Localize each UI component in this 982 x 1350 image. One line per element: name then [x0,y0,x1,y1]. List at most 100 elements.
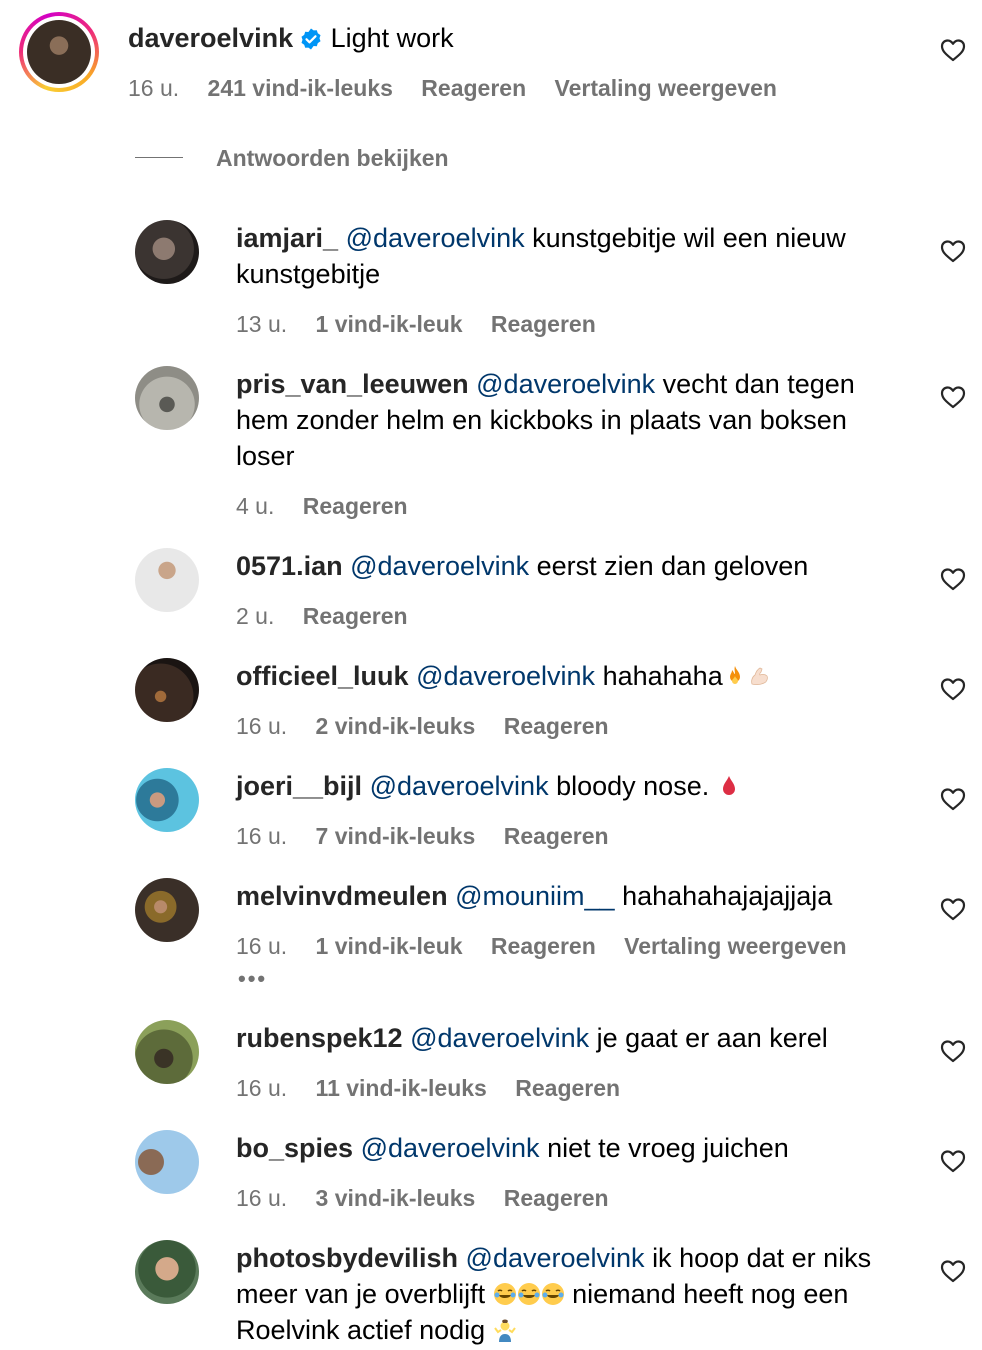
post-time: 16 u. [128,75,180,101]
comment-text: je gaat er aan kerel [596,1023,828,1053]
post-translate-button[interactable]: Vertaling weergeven [555,75,777,101]
post-reply-button[interactable]: Reageren [421,75,526,101]
comment-mention[interactable]: @daveroelvink [350,551,529,581]
comment-photos-line3: Roelvink actief nodig [236,1312,517,1348]
comment-mention[interactable]: @daveroelvink [410,1023,589,1053]
comment-username[interactable]: iamjari_ [236,223,338,253]
comment-bo-line1: bo_spies @daveroelvink niet te vroeg jui… [236,1130,789,1166]
like-heart-icon[interactable] [940,1039,966,1063]
comment-meta: 16 u. 2 vind-ik-leuks Reageren [236,711,631,741]
comment-time: 16 u. [236,1075,288,1101]
comment-photos-line2: meer van je overblijft niemand heeft nog… [236,1276,848,1312]
comment-time: 16 u. [236,1185,288,1211]
avatar-melvinvdmeulen[interactable] [135,878,199,942]
comment-text: hahahahajajajjaja [622,881,833,911]
comment-translate-button[interactable]: Vertaling weergeven [624,933,846,959]
comment-meta: 4 u. Reageren [236,491,430,521]
comment-meta: 13 u. 1 vind-ik-leuk Reageren [236,309,618,339]
comment-pris-line2: hem zonder helm en kickboks in plaats va… [236,402,847,438]
comment-meta: 16 u. 11 vind-ik-leuks Reageren [236,1073,642,1103]
avatar-joeri-bijl[interactable] [135,768,199,832]
avatar-pris-van-leeuwen[interactable] [135,366,199,430]
comment-iamjari-line2: kunstgebitje [236,256,380,292]
comment-time: 16 u. [236,823,288,849]
comment-iamjari-line1: iamjari_ @daveroelvink kunstgebitje wil … [236,220,846,256]
like-heart-icon[interactable] [940,897,966,921]
like-heart-icon[interactable] [940,567,966,591]
comment-username[interactable]: rubenspek12 [236,1023,403,1053]
comment-likes[interactable]: 3 vind-ik-leuks [316,1185,476,1211]
fire-emoji-icon [729,666,740,684]
comment-likes[interactable]: 2 vind-ik-leuks [316,713,476,739]
comment-time: 16 u. [236,713,288,739]
avatar-officieel-luuk[interactable] [135,658,199,722]
comment-reply-button[interactable]: Reageren [515,1075,620,1101]
comment-reply-button[interactable]: Reageren [303,603,408,629]
comment-reply-button[interactable]: Reageren [504,713,609,739]
avatar-bo-spies[interactable] [135,1130,199,1194]
comment-text: niet te vroeg juichen [547,1133,789,1163]
comment-time: 2 u. [236,603,275,629]
comment-meta: 2 u. Reageren [236,601,430,631]
like-heart-icon[interactable] [940,1259,966,1283]
avatar-photosbydevilish[interactable] [135,1240,199,1304]
comment-text: kunstgebitje [236,259,381,289]
comment-likes[interactable]: 11 vind-ik-leuks [316,1075,487,1101]
comment-ruben-line1: rubenspek12 @daveroelvink je gaat er aan… [236,1020,828,1056]
comment-text: meer van je overblijft [236,1279,486,1309]
comment-text: ik hoop dat er niks [652,1243,872,1273]
comment-username[interactable]: joeri__bijl [236,771,362,801]
comment-mention[interactable]: @daveroelvink [416,661,595,691]
comment-time: 4 u. [236,493,275,519]
post-likes[interactable]: 241 vind-ik-leuks [208,75,393,101]
comment-reply-button[interactable]: Reageren [504,1185,609,1211]
like-heart-icon[interactable] [940,239,966,263]
comment-reply-button[interactable]: Reageren [491,933,596,959]
comment-likes[interactable]: 1 vind-ik-leuk [316,933,463,959]
like-heart-icon[interactable] [940,385,966,409]
more-options-icon[interactable]: ••• [238,966,267,992]
verified-badge-icon [301,28,321,50]
comment-reply-button[interactable]: Reageren [303,493,408,519]
like-heart-icon[interactable] [940,1149,966,1173]
comment-likes[interactable]: 1 vind-ik-leuk [316,311,463,337]
like-heart-icon[interactable] [940,38,966,62]
comment-meta: 16 u. 3 vind-ik-leuks Reageren [236,1183,631,1213]
comment-username[interactable]: melvinvdmeulen [236,881,448,911]
post-caption-line: daveroelvink Light work [128,20,454,56]
comment-joeri-line1: joeri__bijl @daveroelvink bloody nose. [236,768,741,804]
avatar-0571-ian[interactable] [135,548,199,612]
drop-of-blood-emoji-icon [722,776,735,795]
avatar-rubenspek12[interactable] [135,1020,199,1084]
view-replies-button[interactable]: Antwoorden bekijken [216,143,449,173]
comment-username[interactable]: officieel_luuk [236,661,409,691]
like-heart-icon[interactable] [940,787,966,811]
comment-mention[interactable]: @daveroelvink [346,223,525,253]
comment-text: hem zonder helm en kickboks in plaats va… [236,405,847,435]
comment-mention[interactable]: @daveroelvink [370,771,549,801]
post-author-username[interactable]: daveroelvink [128,23,293,53]
comment-mention[interactable]: @daveroelvink [466,1243,645,1273]
comment-meta: 16 u. 7 vind-ik-leuks Reageren [236,821,631,851]
comment-ian-line1: 0571.ian @daveroelvink eerst zien dan ge… [236,548,808,584]
post-meta: 16 u. 241 vind-ik-leuks Reageren Vertali… [128,73,799,103]
comment-reply-button[interactable]: Reageren [491,311,596,337]
avatar-iamjari[interactable] [135,220,199,284]
comment-username[interactable]: pris_van_leeuwen [236,369,469,399]
comment-text: kunstgebitje wil een nieuw [532,223,846,253]
comment-username[interactable]: bo_spies [236,1133,353,1163]
comment-reply-button[interactable]: Reageren [504,823,609,849]
comment-meta: 16 u. 1 vind-ik-leuk Reageren Vertaling … [236,931,869,961]
like-heart-icon[interactable] [940,677,966,701]
comment-time: 13 u. [236,311,288,337]
comment-likes[interactable]: 7 vind-ik-leuks [316,823,476,849]
comment-mention[interactable]: @mouniim__ [455,881,614,911]
comment-mention[interactable]: @daveroelvink [476,369,655,399]
comment-text: niemand heeft nog een [572,1279,849,1309]
comment-pris-line3: loser [236,438,295,474]
comment-username[interactable]: photosbydevilish [236,1243,458,1273]
post-author-avatar[interactable] [19,12,99,92]
comment-mention[interactable]: @daveroelvink [361,1133,540,1163]
person-shrugging-emoji-icon [493,1319,516,1342]
comment-username[interactable]: 0571.ian [236,551,343,581]
